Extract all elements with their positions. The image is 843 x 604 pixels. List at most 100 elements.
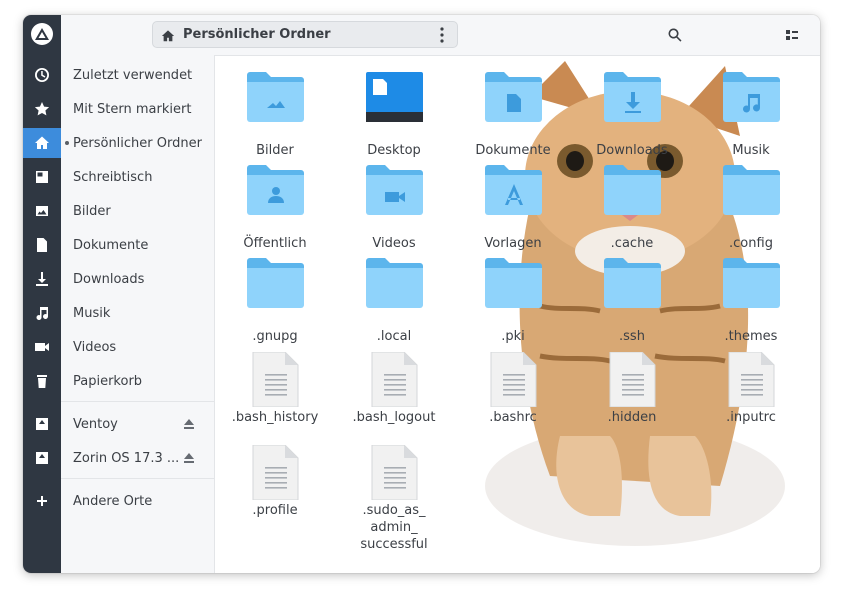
search-icon — [668, 28, 682, 42]
document-folder-icon — [485, 72, 542, 122]
rail-drive-ventoy[interactable] — [23, 409, 61, 439]
folder-item[interactable]: .ssh — [577, 254, 687, 346]
template-folder-icon — [485, 165, 542, 215]
image-icon — [36, 206, 48, 216]
rail-trash[interactable] — [23, 366, 61, 396]
rail-downloads[interactable] — [23, 264, 61, 294]
sidebar-item-zorin-os[interactable]: Zorin OS 17.3 ... — [61, 443, 214, 473]
document-icon — [37, 238, 47, 252]
video-icon — [35, 343, 49, 351]
folder-item[interactable]: Musik — [696, 68, 806, 160]
zorin-logo-icon[interactable] — [31, 23, 53, 45]
sidebar-item-ventoy[interactable]: Ventoy — [61, 409, 214, 439]
folder-item[interactable]: .themes — [696, 254, 806, 346]
folder-item[interactable]: Desktop — [339, 68, 449, 160]
sidebar-item-label: Papierkorb — [73, 373, 143, 389]
sidebar-item-label: Zorin OS 17.3 ... — [73, 450, 180, 466]
rail-desktop[interactable] — [23, 162, 61, 192]
sidebar-item-label: Downloads — [73, 271, 145, 287]
active-indicator — [65, 141, 69, 145]
file-view[interactable]: Bilder Desktop Dokumente Downloads Musik Öffe… — [215, 56, 820, 573]
rail-drive-zorin[interactable] — [23, 443, 61, 473]
file-name: Dokumente — [475, 143, 551, 158]
sidebar-item-home[interactable]: Persönlicher Ordner — [61, 128, 214, 158]
view-options-button[interactable] — [819, 25, 820, 45]
text-file-icon — [723, 351, 780, 408]
download-folder-icon — [604, 72, 661, 122]
file-item[interactable]: .inputrc — [696, 348, 806, 440]
sidebar-item-desktop[interactable]: Schreibtisch — [61, 162, 214, 192]
folder-icon — [723, 258, 780, 308]
folder-item[interactable]: Öffentlich — [220, 161, 330, 253]
file-item[interactable]: .bashrc — [458, 348, 568, 440]
sidebar-item-downloads[interactable]: Downloads — [61, 264, 214, 294]
rail-music[interactable] — [23, 298, 61, 328]
file-item[interactable]: .sudo_as_ admin_ successful — [339, 441, 449, 552]
sidebar-item-label: Andere Orte — [73, 493, 153, 509]
file-name: Vorlagen — [484, 236, 542, 251]
folder-item[interactable]: .pki — [458, 254, 568, 346]
file-name: Bilder — [256, 143, 294, 158]
file-name: .pki — [501, 329, 525, 344]
file-name: .config — [729, 236, 773, 251]
file-item[interactable]: .hidden — [577, 348, 687, 440]
sidebar-item-recent[interactable]: Zuletzt verwendet — [61, 60, 214, 90]
video-folder-icon — [366, 165, 423, 215]
text-file-icon — [366, 351, 423, 408]
path-menu-icon[interactable] — [435, 26, 449, 44]
file-name: .gnupg — [252, 329, 298, 344]
folder-item[interactable]: Vorlagen — [458, 161, 568, 253]
folder-item[interactable]: .gnupg — [220, 254, 330, 346]
eject-icon[interactable] — [182, 417, 196, 431]
folder-item[interactable]: Videos — [339, 161, 449, 253]
sidebar-item-music[interactable]: Musik — [61, 298, 214, 328]
file-item[interactable]: .bash_logout — [339, 348, 449, 440]
folder-item[interactable]: Downloads — [577, 68, 687, 160]
sidebar-item-label: Bilder — [73, 203, 111, 219]
file-item[interactable]: .profile — [220, 441, 330, 533]
trash-icon — [37, 375, 47, 388]
sidebar-item-starred[interactable]: Mit Stern markiert — [61, 94, 214, 124]
search-button[interactable] — [665, 25, 685, 45]
file-name: Videos — [372, 236, 416, 251]
file-manager-window: Zuletzt verwendet Mit Stern markiert Per… — [23, 15, 820, 573]
sidebar-item-label: Persönlicher Ordner — [73, 135, 202, 151]
folder-item[interactable]: .cache — [577, 161, 687, 253]
path-label: Persönlicher Ordner — [183, 27, 331, 42]
path-bar[interactable]: Persönlicher Ordner — [152, 21, 458, 48]
rail-home[interactable] — [23, 128, 61, 158]
icon-rail — [23, 15, 61, 573]
file-name: .cache — [610, 236, 654, 251]
text-file-icon — [485, 351, 542, 408]
rail-recent[interactable] — [23, 60, 61, 90]
file-name: .bashrc — [489, 410, 537, 425]
sidebar-item-trash[interactable]: Papierkorb — [61, 366, 214, 396]
view-mode-button[interactable] — [782, 25, 802, 45]
folder-item[interactable]: Bilder — [220, 68, 330, 160]
rail-documents[interactable] — [23, 230, 61, 260]
rail-other-locations[interactable] — [23, 486, 61, 516]
sidebar: Zuletzt verwendet Mit Stern markiert Per… — [61, 15, 215, 573]
sidebar-item-pictures[interactable]: Bilder — [61, 196, 214, 226]
folder-icon — [723, 165, 780, 215]
home-icon — [161, 28, 175, 42]
star-icon — [34, 102, 50, 116]
file-name: .profile — [252, 503, 298, 518]
text-file-icon — [366, 444, 423, 501]
drive-icon — [36, 452, 48, 464]
rail-videos[interactable] — [23, 332, 61, 362]
folder-item[interactable]: .config — [696, 161, 806, 253]
file-item[interactable]: .bash_history — [220, 348, 330, 440]
folder-item[interactable]: .local — [339, 254, 449, 346]
text-file-icon — [247, 444, 304, 501]
folder-item[interactable]: Dokumente — [458, 68, 568, 160]
sidebar-item-documents[interactable]: Dokumente — [61, 230, 214, 260]
eject-icon[interactable] — [182, 451, 196, 465]
rail-starred[interactable] — [23, 94, 61, 124]
sidebar-item-label: Videos — [73, 339, 117, 355]
folder-icon — [604, 258, 661, 308]
sidebar-item-other-locations[interactable]: Andere Orte — [61, 486, 214, 516]
sidebar-item-videos[interactable]: Videos — [61, 332, 214, 362]
rail-pictures[interactable] — [23, 196, 61, 226]
sidebar-separator — [61, 478, 214, 479]
